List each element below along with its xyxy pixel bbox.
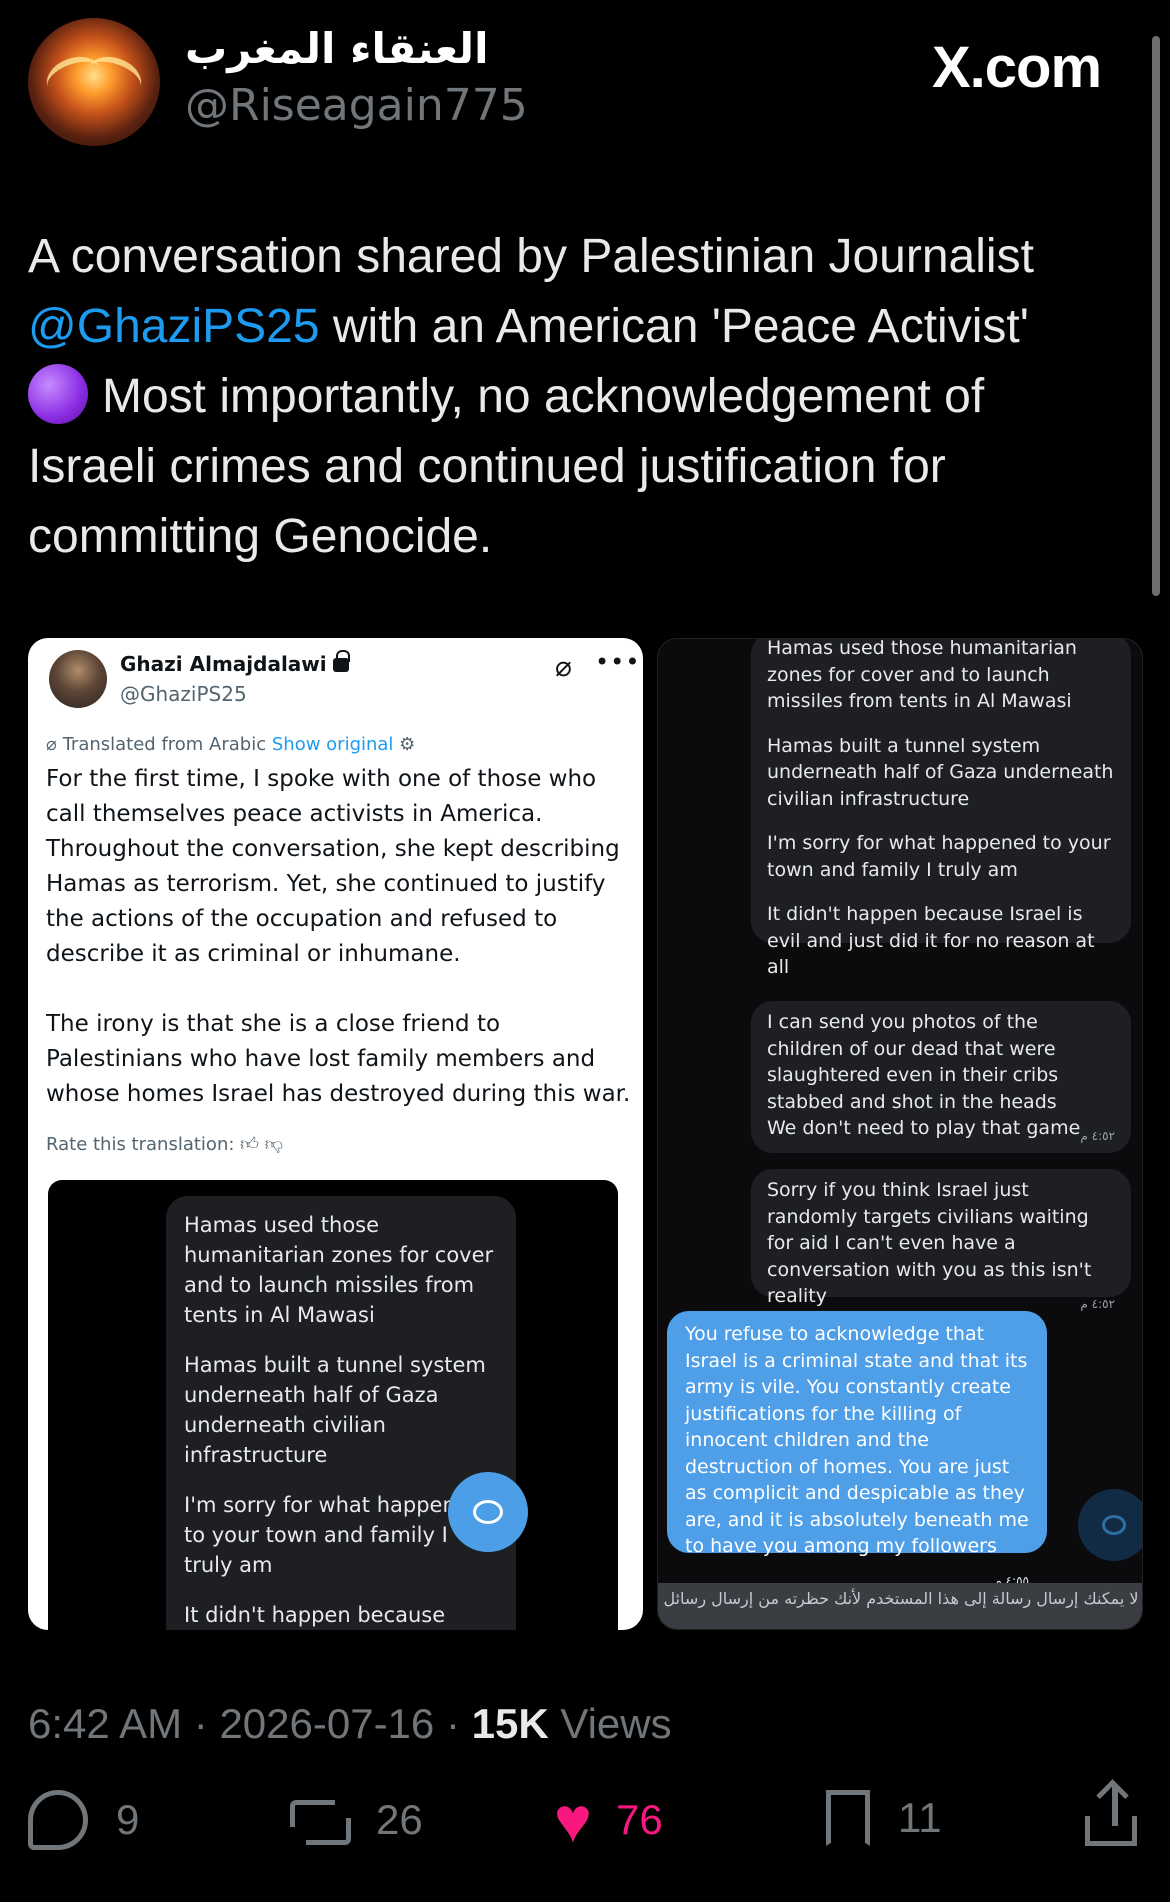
repost-button[interactable]: 26: [288, 1790, 423, 1850]
chat-message: Hamas built a tunnel system underneath h…: [184, 1353, 486, 1467]
views-count: 15K: [471, 1700, 549, 1747]
chat-message: Sorry if you think Israel just randomly …: [767, 1179, 1092, 1307]
tweet-time[interactable]: 6:42 AM: [28, 1700, 182, 1747]
tweet-meta: 6:42 AM · 2026-07-16 · 15K Views: [28, 1700, 672, 1748]
media-image-1[interactable]: Ghazi Almajdalawi @GhaziPS25 ⌀ ••• ⌀ Tra…: [28, 638, 643, 1630]
meta-separator: ·: [434, 1700, 472, 1747]
share-icon: [1085, 1786, 1137, 1846]
chat-screenshot-thumb: Hamas used those humanitarian zones for …: [48, 1180, 618, 1630]
author-display-name[interactable]: العنقاء المغرب: [185, 24, 505, 73]
chat-bubble: Sorry if you think Israel just randomly …: [751, 1169, 1131, 1311]
media-image-2[interactable]: Hamas used those humanitarian zones for …: [657, 638, 1143, 1630]
thumbs-down-icon: 👎︎: [264, 1134, 283, 1155]
embedded-avatar: [49, 650, 107, 708]
chat-bubble: I can send you photos of the children of…: [751, 1001, 1131, 1153]
sent-chat-bubble: You refuse to acknowledge that Israel is…: [667, 1311, 1047, 1588]
chat-message: It didn't happen because Israel is evil …: [184, 1603, 446, 1627]
avatar[interactable]: [28, 18, 160, 146]
tweet-line-text: Most importantly, no acknowledgement of: [102, 370, 985, 423]
tweet-line: @GhaziPS25 with an American 'Peace Activ…: [28, 292, 1138, 362]
repost-count: 26: [376, 1796, 423, 1843]
rate-label: Rate this translation:: [46, 1134, 235, 1155]
scrollbar[interactable]: [1152, 36, 1160, 596]
grok-icon: ⌀: [555, 650, 572, 683]
reply-button[interactable]: 9: [28, 1790, 139, 1850]
embedded-paragraph: The irony is that she is a close friend …: [46, 1011, 631, 1107]
translated-from-text: Translated from Arabic: [62, 734, 267, 755]
tweet-line: Israeli crimes and continued justificati…: [28, 440, 946, 493]
lock-icon: [332, 650, 350, 672]
repost-icon: [288, 1790, 351, 1850]
translation-label: ⌀ Translated from Arabic Show original ⚙: [46, 734, 416, 755]
chat-message-last: We don't need to play that game ٤:٥٢ م: [767, 1115, 1115, 1143]
embedded-post-body: For the first time, I spoke with one of …: [46, 762, 636, 1112]
author-handle[interactable]: @Riseagain775: [185, 80, 528, 131]
show-original-link: Show original: [271, 734, 394, 755]
tweet-line-rest: with an American 'Peace Activist': [319, 300, 1029, 353]
tweet-line: A conversation shared by Palestinian Jou…: [28, 230, 1034, 283]
reply-count: 9: [116, 1796, 140, 1843]
heart-icon: ♥: [554, 1784, 592, 1856]
gear-icon: ⚙: [399, 734, 416, 755]
embedded-author-name: Ghazi Almajdalawi: [120, 650, 350, 676]
views-label: Views: [548, 1700, 672, 1747]
chat-bubble: Hamas used those humanitarian zones for …: [751, 638, 1131, 978]
share-button[interactable]: [1085, 1786, 1165, 1846]
bookmark-count: 11: [898, 1794, 942, 1841]
compose-message-icon: [448, 1472, 528, 1552]
like-button[interactable]: ♥ 76: [554, 1784, 663, 1856]
tweet-text: A conversation shared by Palestinian Jou…: [28, 222, 1138, 572]
blocked-notice: لا يمكنك إرسال رسالة إلى هذا المستخدم لأ…: [658, 1583, 1142, 1629]
embedded-name-text: Ghazi Almajdalawi: [120, 652, 327, 676]
tweet-date[interactable]: 2026-07-16: [219, 1700, 434, 1747]
chat-message: Hamas built a tunnel system underneath h…: [767, 734, 1114, 810]
message-time: ٤:٥٢ م: [1080, 1129, 1115, 1143]
chat-message: I can send you photos of the children of…: [767, 1011, 1059, 1113]
more-options-icon: •••: [595, 648, 641, 676]
action-bar: 9 26 ♥ 76 11: [0, 1784, 1170, 1870]
bookmark-button[interactable]: 11: [826, 1790, 942, 1846]
chat-message: Hamas used those humanitarian zones for …: [767, 638, 1077, 712]
chat-message: You refuse to acknowledge that Israel is…: [685, 1323, 1029, 1557]
meta-separator: ·: [182, 1700, 220, 1747]
rate-translation: Rate this translation: 👍︎ 👎︎: [46, 1133, 283, 1155]
brand-logo: X.com: [932, 35, 1102, 100]
chat-message: We don't need to play that game: [767, 1117, 1081, 1139]
chat-bubble: Hamas used those humanitarian zones for …: [166, 1196, 516, 1630]
chat-message: Hamas used those humanitarian zones for …: [184, 1213, 494, 1327]
like-count: 76: [616, 1796, 663, 1843]
bookmark-icon: [826, 1790, 870, 1846]
compose-message-icon: [1078, 1489, 1142, 1561]
tweet-line: committing Genocide.: [28, 510, 493, 563]
purple-circle-icon: [28, 364, 88, 424]
thumbs-up-icon: 👍︎: [240, 1134, 259, 1155]
message-time: ٤:٥٢ م: [1080, 1297, 1115, 1311]
reply-icon: [28, 1790, 88, 1850]
chat-message: It didn't happen because Israel is evil …: [767, 903, 1095, 978]
tweet-line: Most importantly, no acknowledgement of: [28, 362, 1138, 432]
chat-message: I'm sorry for what happened to your town…: [767, 832, 1111, 881]
embedded-paragraph: For the first time, I spoke with one of …: [46, 766, 620, 967]
embedded-author-handle: @GhaziPS25: [120, 682, 247, 706]
mention-link[interactable]: @GhaziPS25: [28, 300, 320, 353]
